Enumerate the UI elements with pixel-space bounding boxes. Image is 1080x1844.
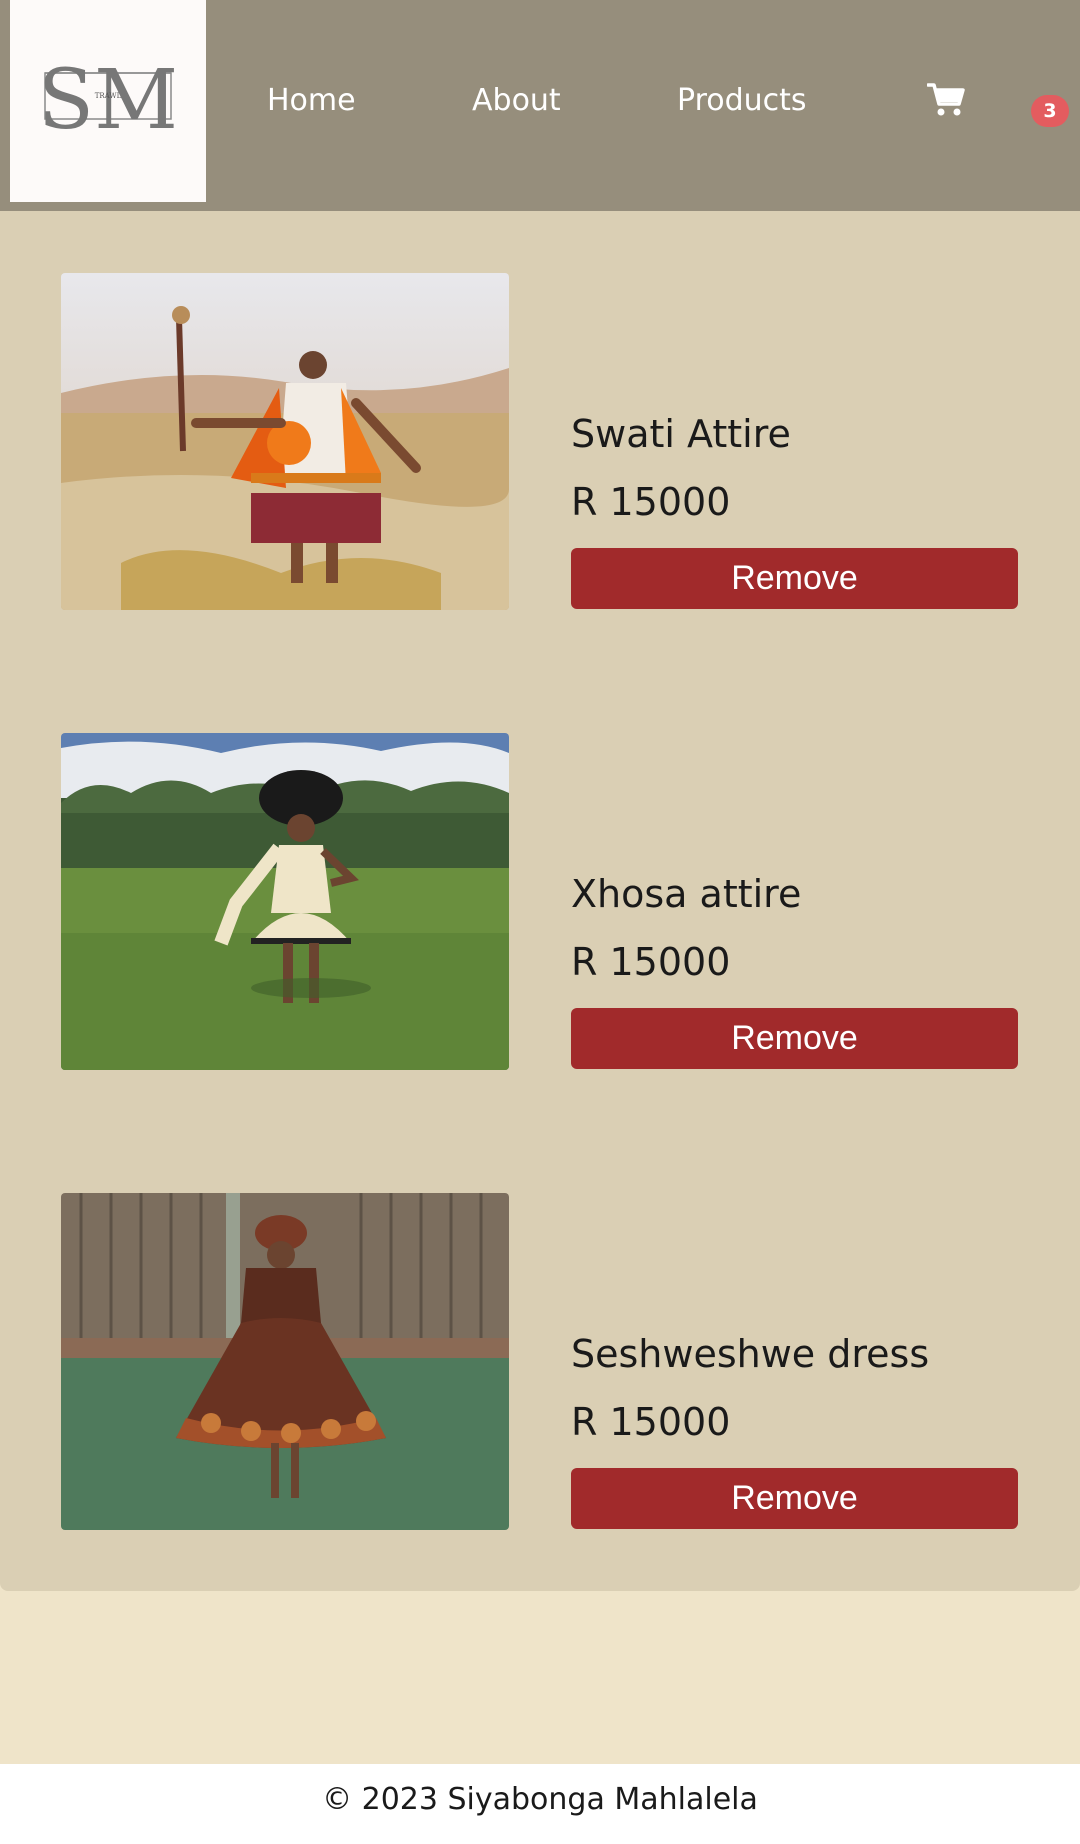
- logo-mark: SM TRAWL: [38, 53, 178, 148]
- shopping-cart-icon[interactable]: [926, 82, 965, 118]
- product-name: Swati Attire: [571, 412, 791, 456]
- cart-count-badge: 3: [1031, 95, 1069, 127]
- product-name: Seshweshwe dress: [571, 1332, 930, 1376]
- footer: © 2023 Siyabonga Mahlalela: [0, 1764, 1080, 1844]
- svg-text:TRAWL: TRAWL: [95, 92, 122, 100]
- nav-about-link[interactable]: About: [472, 80, 561, 122]
- product-image-xhosa: [61, 733, 509, 1070]
- product-name: Xhosa attire: [571, 872, 802, 916]
- svg-text:SM: SM: [38, 53, 178, 148]
- product-image-seshweshwe: [61, 1193, 509, 1530]
- remove-button[interactable]: Remove: [571, 548, 1018, 609]
- cart-item: Seshweshwe dress R 15000 Remove: [0, 1131, 1080, 1591]
- product-image-swati: [61, 273, 509, 610]
- product-price: R 15000: [571, 480, 731, 524]
- brand-logo[interactable]: SM TRAWL: [10, 0, 206, 202]
- remove-button[interactable]: Remove: [571, 1008, 1018, 1069]
- cart-item: Swati Attire R 15000 Remove: [0, 211, 1080, 671]
- remove-button[interactable]: Remove: [571, 1468, 1018, 1529]
- product-price: R 15000: [571, 1400, 731, 1444]
- footer-copyright: © 2023 Siyabonga Mahlalela: [322, 1782, 758, 1817]
- nav-home-link[interactable]: Home: [267, 80, 356, 122]
- navbar: SM TRAWL Home About Products 3: [0, 0, 1080, 211]
- nav-products-link[interactable]: Products: [677, 80, 807, 122]
- product-price: R 15000: [571, 940, 731, 984]
- cart-item: Xhosa attire R 15000 Remove: [0, 671, 1080, 1131]
- cart-panel: Swati Attire R 15000 Remove Xhosa attire…: [0, 211, 1080, 1591]
